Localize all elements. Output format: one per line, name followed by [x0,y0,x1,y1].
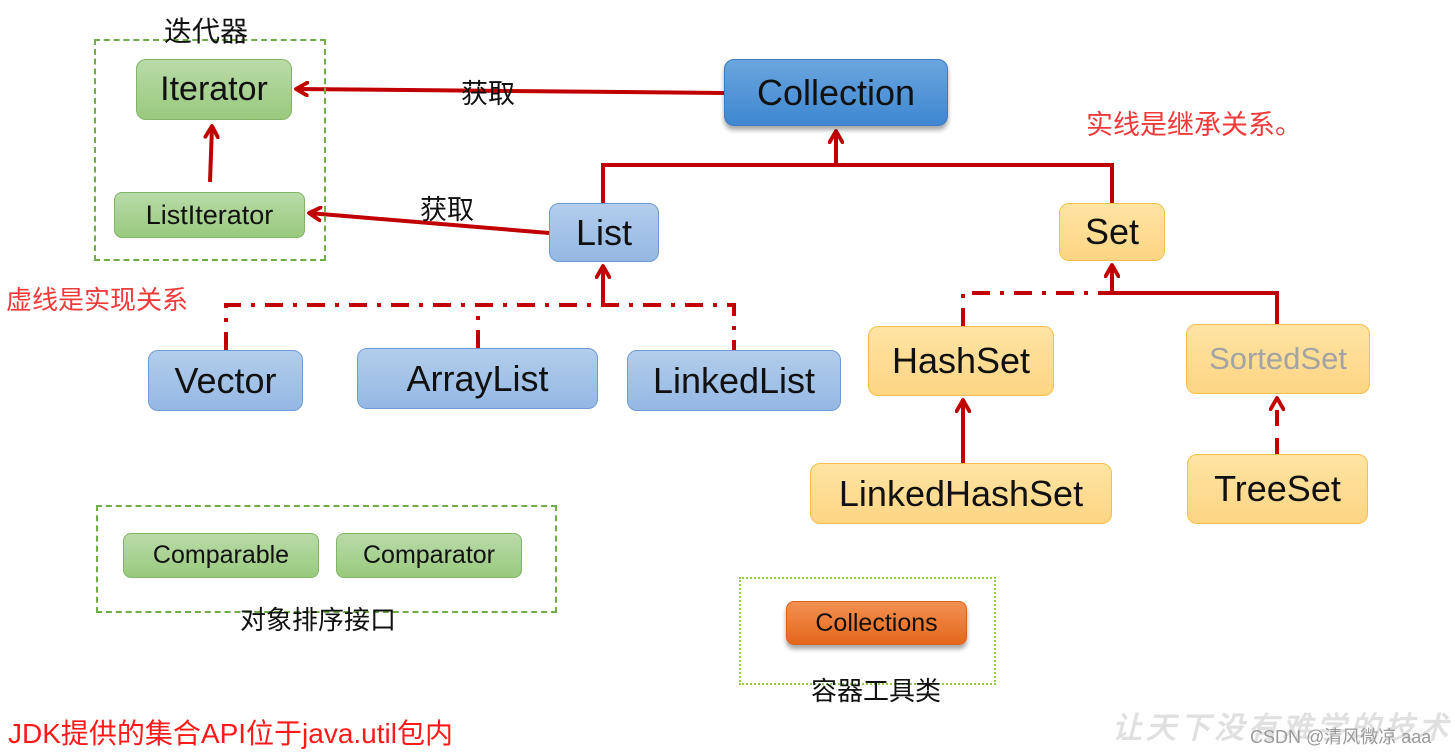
edge-sortedset-set [1112,291,1279,324]
node-arraylist-label: ArrayList [406,357,549,399]
node-set-label: Set [1084,211,1140,252]
node-arraylist[interactable]: ArrayList [357,348,598,409]
node-listiterator[interactable]: ListIterator [114,192,305,238]
node-iterator-label: Iterator [160,70,268,108]
node-listiterator-label: ListIterator [145,199,274,230]
node-collections[interactable]: Collections [786,601,967,645]
edge-list-set-collection [601,163,1114,203]
node-linkedlist-label: LinkedList [652,359,816,401]
node-comparator[interactable]: Comparator [336,533,522,578]
node-collection-label: Collection [756,71,916,113]
node-list-label: List [575,211,633,253]
node-vector[interactable]: Vector [148,350,303,411]
node-sortedset[interactable]: SortedSet [1186,324,1370,394]
node-linkedhashset[interactable]: LinkedHashSet [810,463,1112,524]
node-collections-label: Collections [815,608,938,637]
iterator-group-label: 迭代器 [164,15,249,48]
node-hashset[interactable]: HashSet [868,326,1054,396]
footer-note: JDK提供的集合API位于java.util包内 [8,718,453,749]
node-comparable-label: Comparable [152,541,290,569]
node-treeset[interactable]: TreeSet [1187,454,1368,524]
node-linkedlist[interactable]: LinkedList [627,350,841,411]
node-collection[interactable]: Collection [724,59,948,126]
node-iterator[interactable]: Iterator [136,59,292,120]
node-comparator-label: Comparator [363,541,495,569]
tools-group-label: 容器工具类 [811,677,942,707]
note-dashed-line: 虚线是实现关系 [6,286,189,316]
watermark-credit: CSDN @清风微凉 aaa [1250,727,1432,747]
node-comparable[interactable]: Comparable [123,533,319,578]
node-linkedhashset-label: LinkedHashSet [838,472,1084,514]
node-treeset-label: TreeSet [1214,468,1341,509]
node-vector-label: Vector [174,359,277,401]
node-sortedset-label: SortedSet [1209,341,1347,376]
node-set[interactable]: Set [1059,203,1165,261]
node-list[interactable]: List [549,203,659,262]
node-hashset-label: HashSet [891,340,1031,381]
note-solid-line: 实线是继承关系。 [1086,110,1302,141]
sorting-group-label: 对象排序接口 [240,606,397,636]
edge-hashset-set [961,291,1112,326]
edge-label-get-listiterator: 获取 [420,195,474,226]
edge-label-get-iterator: 获取 [461,79,515,110]
